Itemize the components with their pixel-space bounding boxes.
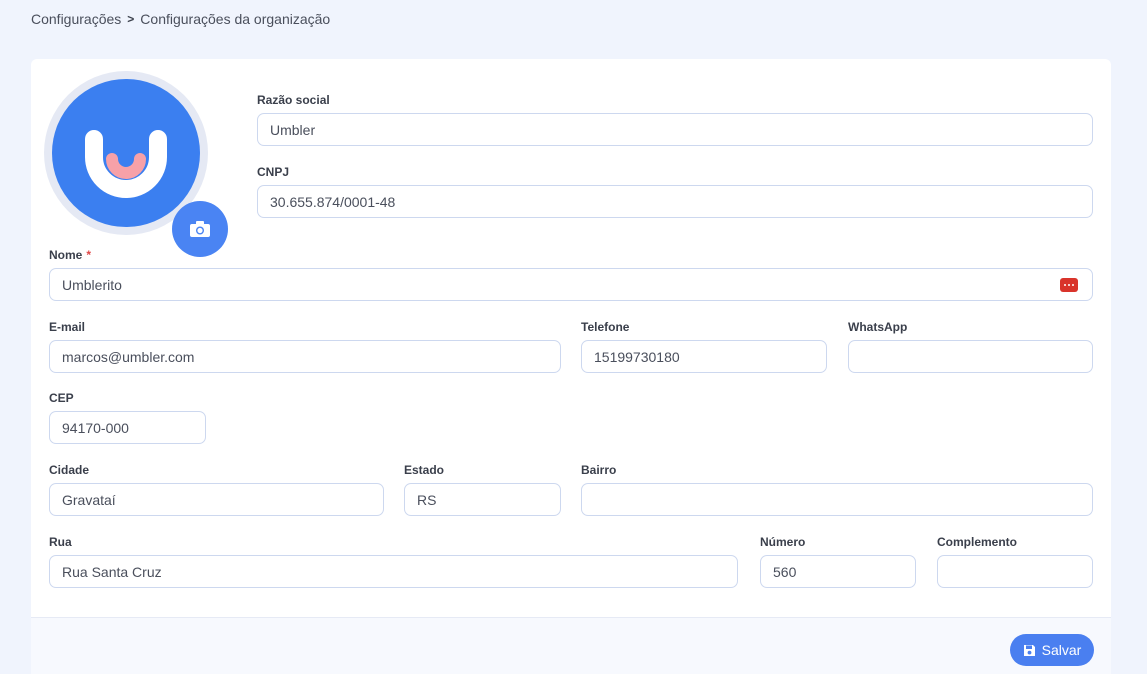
camera-icon [190,221,210,237]
razao-social-label: Razão social [257,93,330,107]
change-avatar-button[interactable] [172,201,228,257]
card-footer [31,617,1111,674]
razao-social-input[interactable] [257,113,1093,146]
cidade-input[interactable] [49,483,384,516]
password-manager-icon[interactable] [1060,278,1078,292]
cnpj-input[interactable] [257,185,1093,218]
save-button[interactable]: Salvar [1010,634,1094,666]
cidade-label: Cidade [49,463,90,477]
bairro-input[interactable] [581,483,1093,516]
email-label: E-mail [49,320,86,334]
umbler-logo-svg [85,130,167,198]
breadcrumb-item-configuracoes[interactable]: Configurações [31,11,121,27]
email-input[interactable] [49,340,561,373]
whatsapp-label: WhatsApp [848,320,908,334]
complemento-input[interactable] [937,555,1093,588]
whatsapp-input[interactable] [848,340,1093,373]
breadcrumb: Configurações > Configurações da organiz… [31,11,330,27]
rua-label: Rua [49,535,72,549]
numero-input[interactable] [760,555,916,588]
telefone-input[interactable] [581,340,827,373]
bairro-label: Bairro [581,463,617,477]
breadcrumb-item-current: Configurações da organização [140,11,331,27]
organization-avatar [44,71,228,257]
cep-input[interactable] [49,411,206,444]
save-button-label: Salvar [1041,642,1082,658]
rua-input[interactable] [49,555,738,588]
cnpj-label: CNPJ [257,165,290,179]
floppy-disk-icon [1023,644,1035,656]
nome-label-text: Nome [49,248,83,262]
umbler-logo-icon [52,79,200,227]
breadcrumb-separator: > [127,12,135,26]
cep-label: CEP [49,391,74,405]
estado-label: Estado [404,463,445,477]
complemento-label: Complemento [937,535,1018,549]
organization-settings-card: Razão social CNPJ Nome* E-mail Telefone … [31,59,1111,674]
nome-label: Nome * [49,248,91,262]
nome-input[interactable] [49,268,1093,301]
telefone-label: Telefone [581,320,630,334]
estado-input[interactable] [404,483,561,516]
required-mark: * [86,248,92,262]
numero-label: Número [760,535,806,549]
